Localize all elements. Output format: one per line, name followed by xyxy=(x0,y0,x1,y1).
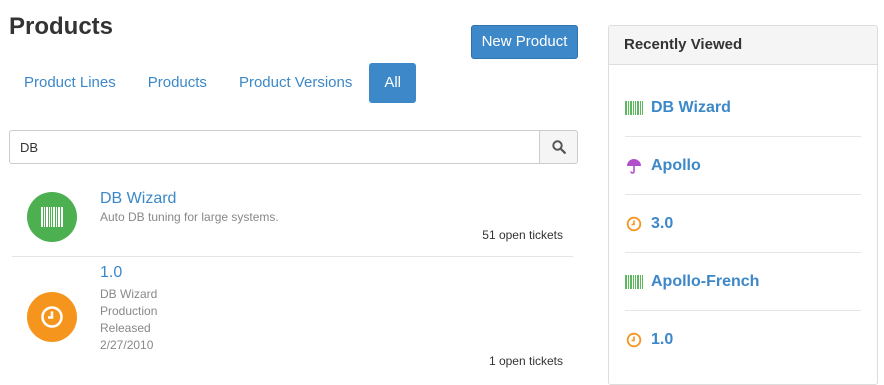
tab-product-lines[interactable]: Product Lines xyxy=(9,63,131,103)
barcode-icon xyxy=(41,207,63,227)
avatar xyxy=(27,192,77,242)
recent-item-label: 3.0 xyxy=(651,214,674,232)
result-meta-stage: Production xyxy=(100,304,158,318)
tab-product-versions[interactable]: Product Versions xyxy=(224,63,367,103)
recent-item-label: 1.0 xyxy=(651,330,674,348)
product-tabs: Product Lines Products Product Versions … xyxy=(9,63,418,103)
result-meta: DB Wizard Production Released 2/27/2010 xyxy=(100,286,157,354)
list-item: 1.0 DB Wizard Production Released 2/27/2… xyxy=(12,257,573,377)
search-bar xyxy=(9,130,578,164)
clock-icon xyxy=(625,216,643,232)
result-meta-date: 2/27/2010 xyxy=(100,338,154,352)
recent-item-label: Apollo-French xyxy=(651,272,760,290)
recent-item[interactable]: 1.0 xyxy=(625,311,861,368)
tab-all[interactable]: All xyxy=(369,63,417,103)
search-icon xyxy=(551,140,566,154)
result-title[interactable]: 1.0 xyxy=(100,264,122,282)
recent-item[interactable]: 3.0 xyxy=(625,195,861,253)
search-button[interactable] xyxy=(539,130,578,164)
result-meta-product: DB Wizard xyxy=(100,287,158,301)
page-title: Products xyxy=(9,13,114,40)
barcode-icon xyxy=(625,274,643,290)
search-input[interactable] xyxy=(9,130,539,164)
open-tickets-count: 51 open tickets xyxy=(482,228,563,242)
list-item: DB Wizard Auto DB tuning for large syste… xyxy=(12,184,573,257)
recent-item-label: DB Wizard xyxy=(651,98,731,116)
recent-item[interactable]: Apollo-French xyxy=(625,253,861,311)
clock-icon xyxy=(625,332,643,348)
open-tickets-count: 1 open tickets xyxy=(488,354,563,368)
umbrella-icon xyxy=(625,158,643,174)
result-meta-status: Released xyxy=(100,321,151,335)
recent-item[interactable]: Apollo xyxy=(625,137,861,195)
result-title[interactable]: DB Wizard xyxy=(100,190,176,208)
clock-icon xyxy=(41,306,63,328)
recently-viewed-title: Recently Viewed xyxy=(609,26,877,65)
avatar xyxy=(27,292,77,342)
barcode-icon xyxy=(625,100,643,116)
tab-products[interactable]: Products xyxy=(133,63,222,103)
recent-item-label: Apollo xyxy=(651,156,701,174)
result-description: Auto DB tuning for large systems. xyxy=(100,210,279,224)
new-product-button[interactable]: New Product xyxy=(471,25,578,59)
recent-item[interactable]: DB Wizard xyxy=(625,79,861,137)
recently-viewed-panel: Recently Viewed DB Wizard Apollo 3.0 Apo… xyxy=(608,25,878,385)
